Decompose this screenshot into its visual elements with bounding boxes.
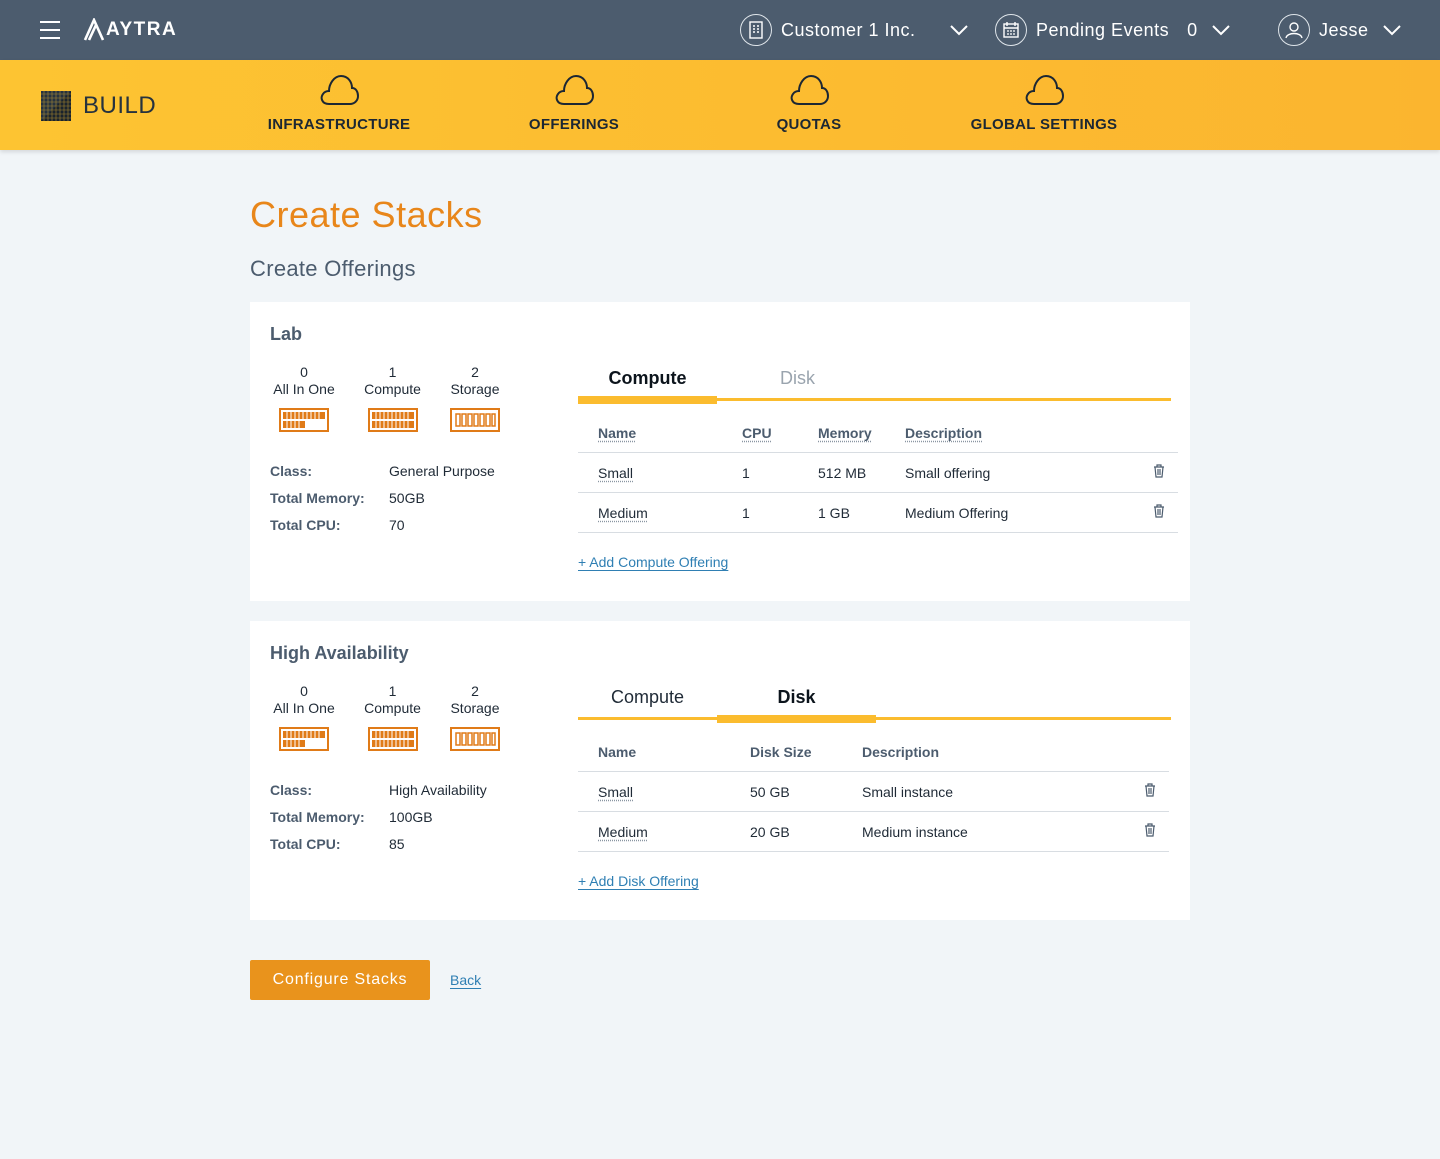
node-compute: 1 Compute — [340, 683, 445, 751]
trash-icon[interactable] — [1153, 504, 1165, 518]
menu-icon[interactable] — [40, 21, 60, 39]
main-nav: BUILD INFRASTRUCTURE OFFERINGS QUOTAS GL… — [0, 60, 1440, 150]
node-compute: 1 Compute — [340, 364, 445, 432]
logo-text: AYTRA — [106, 19, 178, 40]
trash-icon[interactable] — [1153, 464, 1165, 478]
pending-events-count: 0 — [1187, 19, 1198, 40]
nav-offerings[interactable]: OFFERINGS — [464, 73, 684, 133]
offering-tabs: Compute Disk — [578, 361, 1171, 404]
chevron-down-icon[interactable] — [1211, 24, 1230, 36]
calendar-icon — [995, 14, 1027, 46]
add-compute-offering-link[interactable]: + Add Compute Offering — [578, 554, 728, 570]
cloud-icon — [320, 74, 359, 105]
user-icon — [1278, 14, 1310, 46]
node-summary: 0 All In One 1 Compute 2 Storage — [268, 683, 505, 751]
nav-infrastructure[interactable]: INFRASTRUCTURE — [229, 73, 449, 133]
nav-global-settings[interactable]: GLOBAL SETTINGS — [934, 73, 1154, 133]
table-row: Small 1 512 MB Small offering — [578, 453, 1178, 493]
node-summary: 0 All In One 1 Compute 2 Storage — [268, 364, 505, 432]
server-compute-icon — [367, 727, 418, 751]
disk-offerings-table: Name Disk Size Description Small 50 GB S… — [578, 732, 1169, 852]
server-all-in-one-icon — [279, 727, 329, 751]
server-compute-icon — [367, 408, 418, 432]
tab-disk[interactable]: Disk — [717, 680, 876, 723]
account-name: Customer 1 Inc. — [781, 19, 916, 40]
table-row: Medium 1 1 GB Medium Offering — [578, 493, 1178, 533]
stack-card-high-availability: High Availability 0 All In One 1 Compute 2… — [250, 621, 1190, 920]
node-all-in-one: 0 All In One — [268, 683, 340, 751]
stack-title: Lab — [270, 324, 303, 344]
cloud-icon — [555, 74, 594, 105]
configure-stacks-button[interactable]: Configure Stacks — [250, 960, 430, 1000]
nav-quotas[interactable]: QUOTAS — [699, 73, 919, 133]
trash-icon[interactable] — [1144, 823, 1156, 837]
build-label: BUILD — [83, 92, 157, 119]
stack-card-lab: Lab 0 All In One 1 Compute 2 Storage Class:… — [250, 302, 1190, 601]
logo[interactable]: AYTRA — [83, 16, 177, 44]
build-section[interactable]: BUILD — [40, 90, 156, 122]
back-link[interactable]: Back — [450, 972, 481, 988]
trash-icon[interactable] — [1144, 783, 1156, 797]
pending-events[interactable]: Pending Events 0 — [995, 13, 1230, 47]
page-subtitle: Create Offerings — [250, 256, 416, 281]
tab-compute[interactable]: Compute — [578, 680, 717, 720]
cloud-icon — [1025, 74, 1064, 105]
node-storage: 2 Storage — [445, 364, 505, 432]
stack-specs: Class: General Purpose Total Memory: 50GB … — [270, 462, 495, 533]
aytra-logo-icon — [83, 18, 105, 41]
table-header: Name Disk Size Description — [578, 732, 1169, 772]
tab-compute[interactable]: Compute — [578, 361, 717, 404]
table-row: Medium 20 GB Medium instance — [578, 812, 1169, 852]
table-header: Name CPU Memory Description — [578, 413, 1178, 453]
account-selector[interactable]: Customer 1 Inc. — [740, 13, 968, 47]
top-bar: AYTRA Customer 1 Inc. Pending Events 0 J… — [0, 0, 1440, 60]
offering-tabs: Compute Disk — [578, 680, 1171, 723]
building-icon — [740, 14, 772, 46]
node-storage: 2 Storage — [445, 683, 505, 751]
chevron-down-icon[interactable] — [1382, 24, 1401, 36]
add-disk-offering-link[interactable]: + Add Disk Offering — [578, 873, 699, 889]
cloud-icon — [790, 74, 829, 105]
user-name: Jesse — [1319, 19, 1369, 40]
page-title: Create Stacks — [250, 194, 483, 235]
build-grid-icon — [41, 91, 71, 121]
user-menu[interactable]: Jesse — [1278, 13, 1401, 47]
server-storage-icon — [450, 727, 500, 751]
compute-offerings-table: Name CPU Memory Description Small 1 512 … — [578, 413, 1178, 533]
stack-title: High Availability — [270, 643, 409, 663]
stack-specs: Class: High Availability Total Memory: 100… — [270, 781, 487, 852]
server-all-in-one-icon — [279, 408, 329, 432]
server-storage-icon — [450, 408, 500, 432]
node-all-in-one: 0 All In One — [268, 364, 340, 432]
chevron-down-icon[interactable] — [949, 24, 968, 36]
tab-disk[interactable]: Disk — [728, 361, 867, 401]
pending-events-label: Pending Events — [1036, 19, 1170, 40]
table-row: Small 50 GB Small instance — [578, 772, 1169, 812]
